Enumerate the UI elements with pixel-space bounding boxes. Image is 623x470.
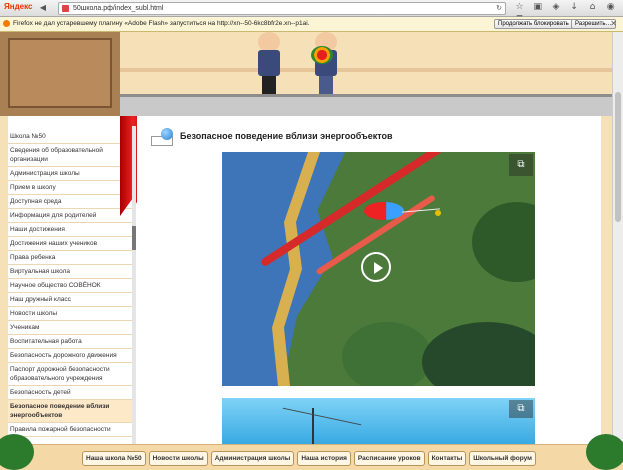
second-video-player[interactable]: ⧉ — [222, 398, 535, 444]
plugin-warning-icon — [3, 20, 10, 27]
sidebar-item[interactable]: Паспорт дорожной безопасности образовате… — [8, 363, 132, 386]
sidebar-scrollbar[interactable] — [132, 126, 136, 444]
chat-icon[interactable]: ◉ — [605, 2, 616, 13]
sidebar-item[interactable]: Научное общество СОВЁНОК — [8, 279, 132, 293]
address-bar[interactable]: 50школа.рф/index_subl.html ↻ — [58, 2, 506, 15]
sidebar-item[interactable]: Сведения об образовательной организации — [8, 144, 132, 167]
wooden-cabinet-illustration — [0, 32, 120, 116]
allow-plugin-button[interactable]: Разрешить… — [571, 19, 616, 29]
reload-icon[interactable]: ↻ — [496, 3, 502, 14]
sidebar-item[interactable]: Правила пожарной безопасности — [8, 423, 132, 437]
page-title: Безопасное поведение вблизи энергообъект… — [180, 131, 393, 141]
sidebar-item[interactable]: Виртуальная школа — [8, 265, 132, 279]
footer-nav-bar: Наша школа №50 Новости школы Администрация… — [0, 444, 623, 470]
site-header-banner — [0, 32, 612, 116]
url-text[interactable]: 50школа.рф/index_subl.html — [73, 3, 163, 14]
close-icon[interactable]: ✕ — [610, 18, 617, 30]
footer-link-school[interactable]: Наша школа №50 — [82, 451, 146, 466]
sidebar-item[interactable]: Школа №50 — [8, 130, 132, 144]
sidebar-item[interactable]: Доступная среда — [8, 195, 132, 209]
share-icon[interactable]: ⧉ — [509, 154, 533, 176]
reading-list-icon[interactable]: ▣ — [532, 2, 543, 13]
bookmark-star-icon[interactable]: ☆ — [514, 2, 525, 13]
footer-link-news[interactable]: Новости школы — [148, 451, 208, 466]
footer-link-forum[interactable]: Школьный форум — [469, 451, 536, 466]
pocket-icon[interactable]: ◈ — [550, 2, 561, 13]
sidebar-item[interactable]: Наши достижения — [8, 223, 132, 237]
footer-link-history[interactable]: Наша история — [297, 451, 351, 466]
sidebar-item[interactable]: Наш дружный класс — [8, 293, 132, 307]
flower-bouquet-illustration — [311, 46, 333, 64]
footer-link-schedule[interactable]: Расписание уроков — [353, 451, 425, 466]
main-content: Безопасное поведение вблизи энергообъект… — [137, 116, 601, 444]
video-player[interactable]: ⧉ — [222, 152, 535, 386]
plugin-notification-bar: Firefox не дал устаревшему плагину «Adob… — [0, 17, 623, 32]
bush-decoration — [586, 434, 623, 470]
browser-toolbar: Яндекс ◀ 50школа.рф/index_subl.html ↻ ☆ … — [0, 0, 623, 23]
sidebar-item[interactable]: Новости школы — [8, 307, 132, 321]
fishing-float-illustration — [364, 202, 404, 220]
sidebar-item[interactable]: Ученикам — [8, 321, 132, 335]
sidebar-item[interactable]: Права ребенка — [8, 251, 132, 265]
sidebar-item[interactable]: Администрация школы — [8, 167, 132, 181]
site-favicon-icon — [62, 5, 69, 12]
yandex-logo[interactable]: Яндекс — [4, 2, 32, 11]
footer-link-administration[interactable]: Администрация школы — [210, 451, 295, 466]
sidebar-menu: Школа №50 Сведения об образовательной ор… — [8, 116, 133, 444]
footer-link-contacts[interactable]: Контакты — [427, 451, 467, 466]
play-icon[interactable] — [361, 252, 391, 282]
sidebar-item[interactable]: Достижения наших учеников — [8, 237, 132, 251]
download-icon[interactable]: ↓ — [569, 2, 580, 13]
back-icon[interactable]: ◀ — [38, 3, 48, 13]
page-scrollbar[interactable] — [612, 32, 623, 444]
share-icon[interactable]: ⧉ — [509, 400, 533, 418]
home-icon[interactable]: ⌂ — [587, 2, 598, 13]
book-globe-icon — [151, 128, 175, 146]
continue-blocking-button[interactable]: Продолжать блокировать — [494, 19, 573, 29]
sidebar-item[interactable]: Безопасность дорожного движения — [8, 349, 132, 363]
sidebar-item[interactable]: Информация для родителей — [8, 209, 132, 223]
sidebar-item[interactable]: Воспитательная работа — [8, 335, 132, 349]
sidebar-item-active[interactable]: Безопасное поведение вблизи энергообъект… — [8, 400, 132, 423]
sidebar-item[interactable]: Безопасность детей — [8, 386, 132, 400]
notification-message: Firefox не дал устаревшему плагину «Adob… — [13, 20, 310, 27]
sidebar-item[interactable]: Прием в школу — [8, 181, 132, 195]
